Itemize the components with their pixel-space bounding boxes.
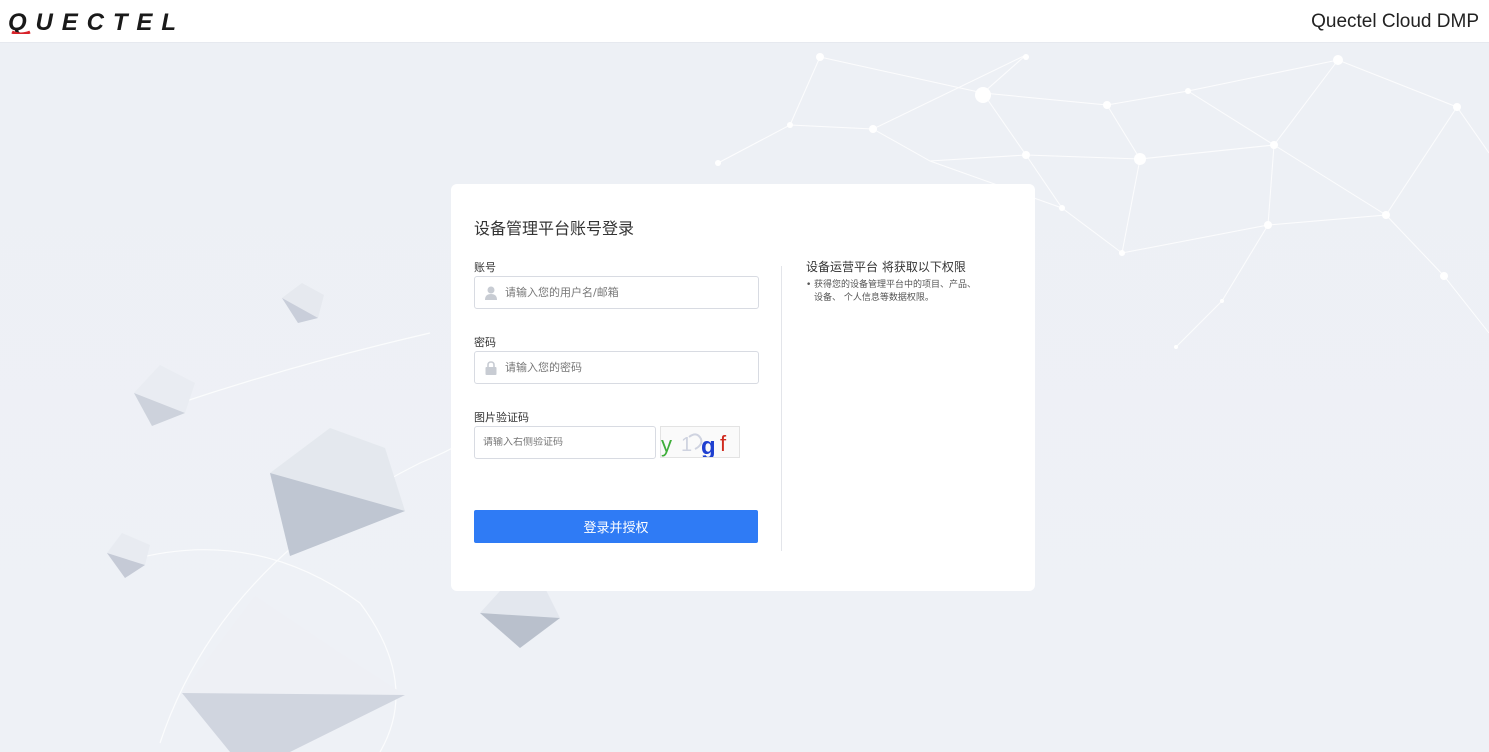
captcha-input[interactable] <box>483 437 648 448</box>
captcha-char-4: f <box>720 431 727 456</box>
captcha-image[interactable]: y 1 g f <box>660 426 740 460</box>
app-title: Quectel Cloud DMP <box>1311 11 1479 32</box>
password-label: 密码 <box>474 336 496 349</box>
captcha-char-3: g <box>701 433 716 457</box>
account-field[interactable] <box>474 276 759 309</box>
login-card: 设备管理平台账号登录 账号 密码 图片验证码 y 1 g f 登录并授权 设备运… <box>451 184 1035 591</box>
account-label: 账号 <box>474 261 496 274</box>
permissions-description: • 获得您的设备管理平台中的项目、产品、 设备、 个人信息等数据权限。 <box>806 279 1016 305</box>
login-authorize-button[interactable]: 登录并授权 <box>474 510 758 543</box>
password-field[interactable] <box>474 351 759 384</box>
account-input[interactable] <box>505 286 745 299</box>
quectel-logo[interactable]: QUECTEL <box>8 10 180 34</box>
login-title: 设备管理平台账号登录 <box>474 219 635 238</box>
captcha-char-2: 1 <box>681 434 692 456</box>
permission-line-1: 获得您的设备管理平台中的项目、产品、 <box>814 280 977 290</box>
captcha-char-1: y <box>661 432 672 457</box>
permission-line-2: 设备、 个人信息等数据权限。 <box>814 293 934 303</box>
user-icon <box>484 286 498 300</box>
permissions-title: 设备运营平台 将获取以下权限 <box>806 260 966 274</box>
password-input[interactable] <box>505 361 745 374</box>
captcha-field[interactable] <box>474 426 656 459</box>
lock-icon <box>484 360 498 375</box>
captcha-label: 图片验证码 <box>474 411 529 424</box>
vertical-divider <box>781 266 782 551</box>
top-header: QUECTEL Quectel Cloud DMP <box>0 0 1489 43</box>
svg-text:QUECTEL: QUECTEL <box>8 10 178 34</box>
